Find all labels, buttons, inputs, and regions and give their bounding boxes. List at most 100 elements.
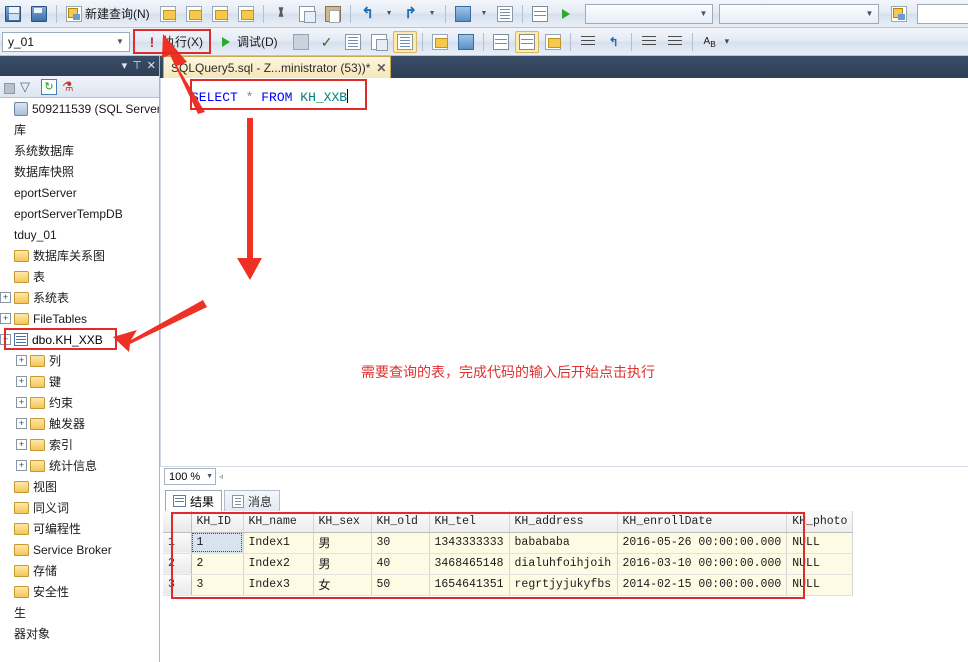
table-cell[interactable]: 50 — [371, 574, 430, 596]
undo-button[interactable]: ↰ — [356, 3, 380, 25]
query-options-button[interactable] — [367, 31, 391, 53]
database-combo[interactable]: y_01 ▼ — [2, 31, 130, 52]
redo-button[interactable]: ↱ — [399, 3, 423, 25]
comment-lines-button[interactable] — [576, 31, 600, 53]
expander-plus-icon[interactable]: + — [16, 355, 27, 366]
expander-plus-icon[interactable]: + — [16, 439, 27, 450]
new-analysis-xmla-query-button[interactable] — [234, 3, 258, 25]
results-to-grid-button[interactable] — [514, 30, 539, 53]
results-tab-grid[interactable]: 结果 — [165, 490, 223, 511]
table-row[interactable]: 2 2 Index2 男 40 3468465148 dialuhfoihjoih 2016-… — [163, 553, 854, 575]
expander-plus-icon[interactable]: + — [16, 460, 27, 471]
table-cell[interactable]: 3 — [191, 574, 244, 596]
table-cell[interactable]: 女 — [313, 574, 372, 596]
new-query-button[interactable]: 新建查询(N) — [62, 3, 154, 25]
table-cell[interactable]: dialuhfoihjoih — [509, 553, 618, 575]
table-cell[interactable]: 2014-02-15 00:00:00.000 — [617, 574, 788, 596]
find-input[interactable] — [917, 3, 968, 24]
grid-corner-header[interactable] — [163, 511, 192, 533]
column-header[interactable]: KH_address — [509, 511, 618, 533]
column-header[interactable]: KH_enrollDate — [617, 511, 788, 533]
column-header[interactable]: KH_ID — [191, 511, 244, 533]
tree-node[interactable]: + 触发器 — [0, 413, 159, 434]
include-client-statistics-button[interactable] — [428, 31, 452, 53]
table-cell[interactable]: NULL — [786, 553, 854, 575]
table-cell[interactable]: 2016-03-10 00:00:00.000 — [617, 553, 788, 575]
database-combo-top[interactable]: ▼ — [719, 3, 880, 24]
table-cell[interactable]: 男 — [313, 532, 372, 554]
display-estimated-execution-plan-button[interactable] — [341, 31, 365, 53]
table-cell[interactable]: 2 — [191, 553, 244, 575]
specify-values-for-template-parameters-button[interactable]: AB — [698, 31, 722, 53]
expander-plus-icon[interactable]: + — [16, 397, 27, 408]
sql-text-editor[interactable]: SELECT * FROM KH_XXB 需要查询的表，完成代码的输入后开始点击… — [160, 78, 968, 472]
column-header[interactable]: KH_name — [243, 511, 314, 533]
tree-node[interactable]: 表 — [0, 266, 159, 287]
new-db-engine-query-button[interactable] — [156, 3, 180, 25]
close-icon[interactable]: ✕ — [147, 56, 156, 76]
tree-node[interactable]: + 索引 — [0, 434, 159, 455]
chevron-down-icon[interactable]: ▾ — [122, 56, 128, 76]
tree-node[interactable]: 系统数据库 — [0, 140, 159, 161]
table-cell[interactable]: Index1 — [243, 532, 314, 554]
expander-plus-icon[interactable]: + — [0, 292, 11, 303]
table-row[interactable]: 3 3 Index3 女 50 1654641351 regrtjyjukyfbs 2014-… — [163, 574, 854, 596]
increase-indent-button[interactable] — [663, 31, 687, 53]
tree-node[interactable]: tduy_01 — [0, 224, 159, 245]
tree-node[interactable]: + FileTables — [0, 308, 159, 329]
table-cell[interactable]: NULL — [786, 574, 854, 596]
open-file-button[interactable] — [887, 3, 911, 25]
table-cell[interactable]: 1654641351 — [429, 574, 510, 596]
object-explorer-tree[interactable]: 509211539 (SQL Server 11.0 库系统数据库数据库快照 epo… — [0, 98, 159, 662]
tree-node[interactable]: eportServerTempDB — [0, 203, 159, 224]
navigate-back-dropdown[interactable]: ▼ — [477, 3, 492, 25]
document-tab[interactable]: SQLQuery5.sql - Z...ministrator (53))* ✕ — [163, 56, 392, 78]
row-number-header[interactable]: 2 — [163, 553, 192, 575]
tree-node[interactable]: Service Broker — [0, 539, 159, 560]
table-cell[interactable]: babababa — [509, 532, 618, 554]
tree-node[interactable]: 视图 — [0, 476, 159, 497]
tree-node[interactable]: 安全性 — [0, 581, 159, 602]
tree-node[interactable]: + dbo.KH_XXB — [0, 329, 159, 350]
table-cell[interactable]: 30 — [371, 532, 430, 554]
tree-node[interactable]: 生 — [0, 602, 159, 623]
save-button[interactable] — [1, 3, 25, 25]
tree-node[interactable]: + 键 — [0, 371, 159, 392]
table-cell[interactable]: Index2 — [243, 553, 314, 575]
redo-dropdown[interactable]: ▼ — [425, 3, 440, 25]
results-tab-messages[interactable]: 消息 — [224, 490, 281, 511]
tree-node[interactable]: 存储 — [0, 560, 159, 581]
table-cell[interactable]: 40 — [371, 553, 430, 575]
row-number-header[interactable]: 3 — [163, 574, 192, 596]
uncomment-lines-button[interactable]: ↰ — [602, 31, 626, 53]
stop-icon[interactable] — [4, 82, 15, 94]
expander-plus-icon[interactable]: + — [16, 418, 27, 429]
column-header[interactable]: KH_photo — [786, 511, 854, 533]
tree-node[interactable]: 数据库关系图 — [0, 245, 159, 266]
navigate-forward-button[interactable] — [493, 3, 517, 25]
tree-node[interactable]: 数据库快照 — [0, 161, 159, 182]
tree-node[interactable]: + 约束 — [0, 392, 159, 413]
tree-node[interactable]: + 列 — [0, 350, 159, 371]
funnel-icon[interactable]: ▽ — [20, 79, 36, 95]
column-header[interactable]: KH_old — [371, 511, 430, 533]
expander-plus-icon[interactable]: + — [0, 334, 11, 345]
tree-node[interactable]: eportServer — [0, 182, 159, 203]
toolbar-overflow-button[interactable]: ▾ — [725, 36, 730, 47]
table-cell[interactable]: NULL — [786, 532, 854, 554]
decrease-indent-button[interactable] — [637, 31, 661, 53]
new-analysis-mdx-query-button[interactable] — [182, 3, 206, 25]
tree-node[interactable]: 库 — [0, 119, 159, 140]
table-row[interactable]: 1 1 Index1 男 30 1343333333 babababa 2016-05-26 … — [163, 532, 854, 554]
tree-node[interactable] — [0, 644, 159, 662]
script-icon[interactable]: ⚗ — [62, 79, 78, 95]
tree-node[interactable]: + 统计信息 — [0, 455, 159, 476]
tree-node[interactable]: 509211539 (SQL Server 11.0 — [0, 98, 159, 119]
results-to-file-button[interactable] — [541, 31, 565, 53]
column-header[interactable]: KH_tel — [429, 511, 510, 533]
table-cell[interactable]: 1 — [191, 532, 244, 554]
table-cell[interactable]: 2016-05-26 00:00:00.000 — [617, 532, 788, 554]
table-cell[interactable]: Index3 — [243, 574, 314, 596]
navigate-backward-button[interactable] — [451, 3, 475, 25]
refresh-icon[interactable]: ↻ — [41, 78, 57, 95]
